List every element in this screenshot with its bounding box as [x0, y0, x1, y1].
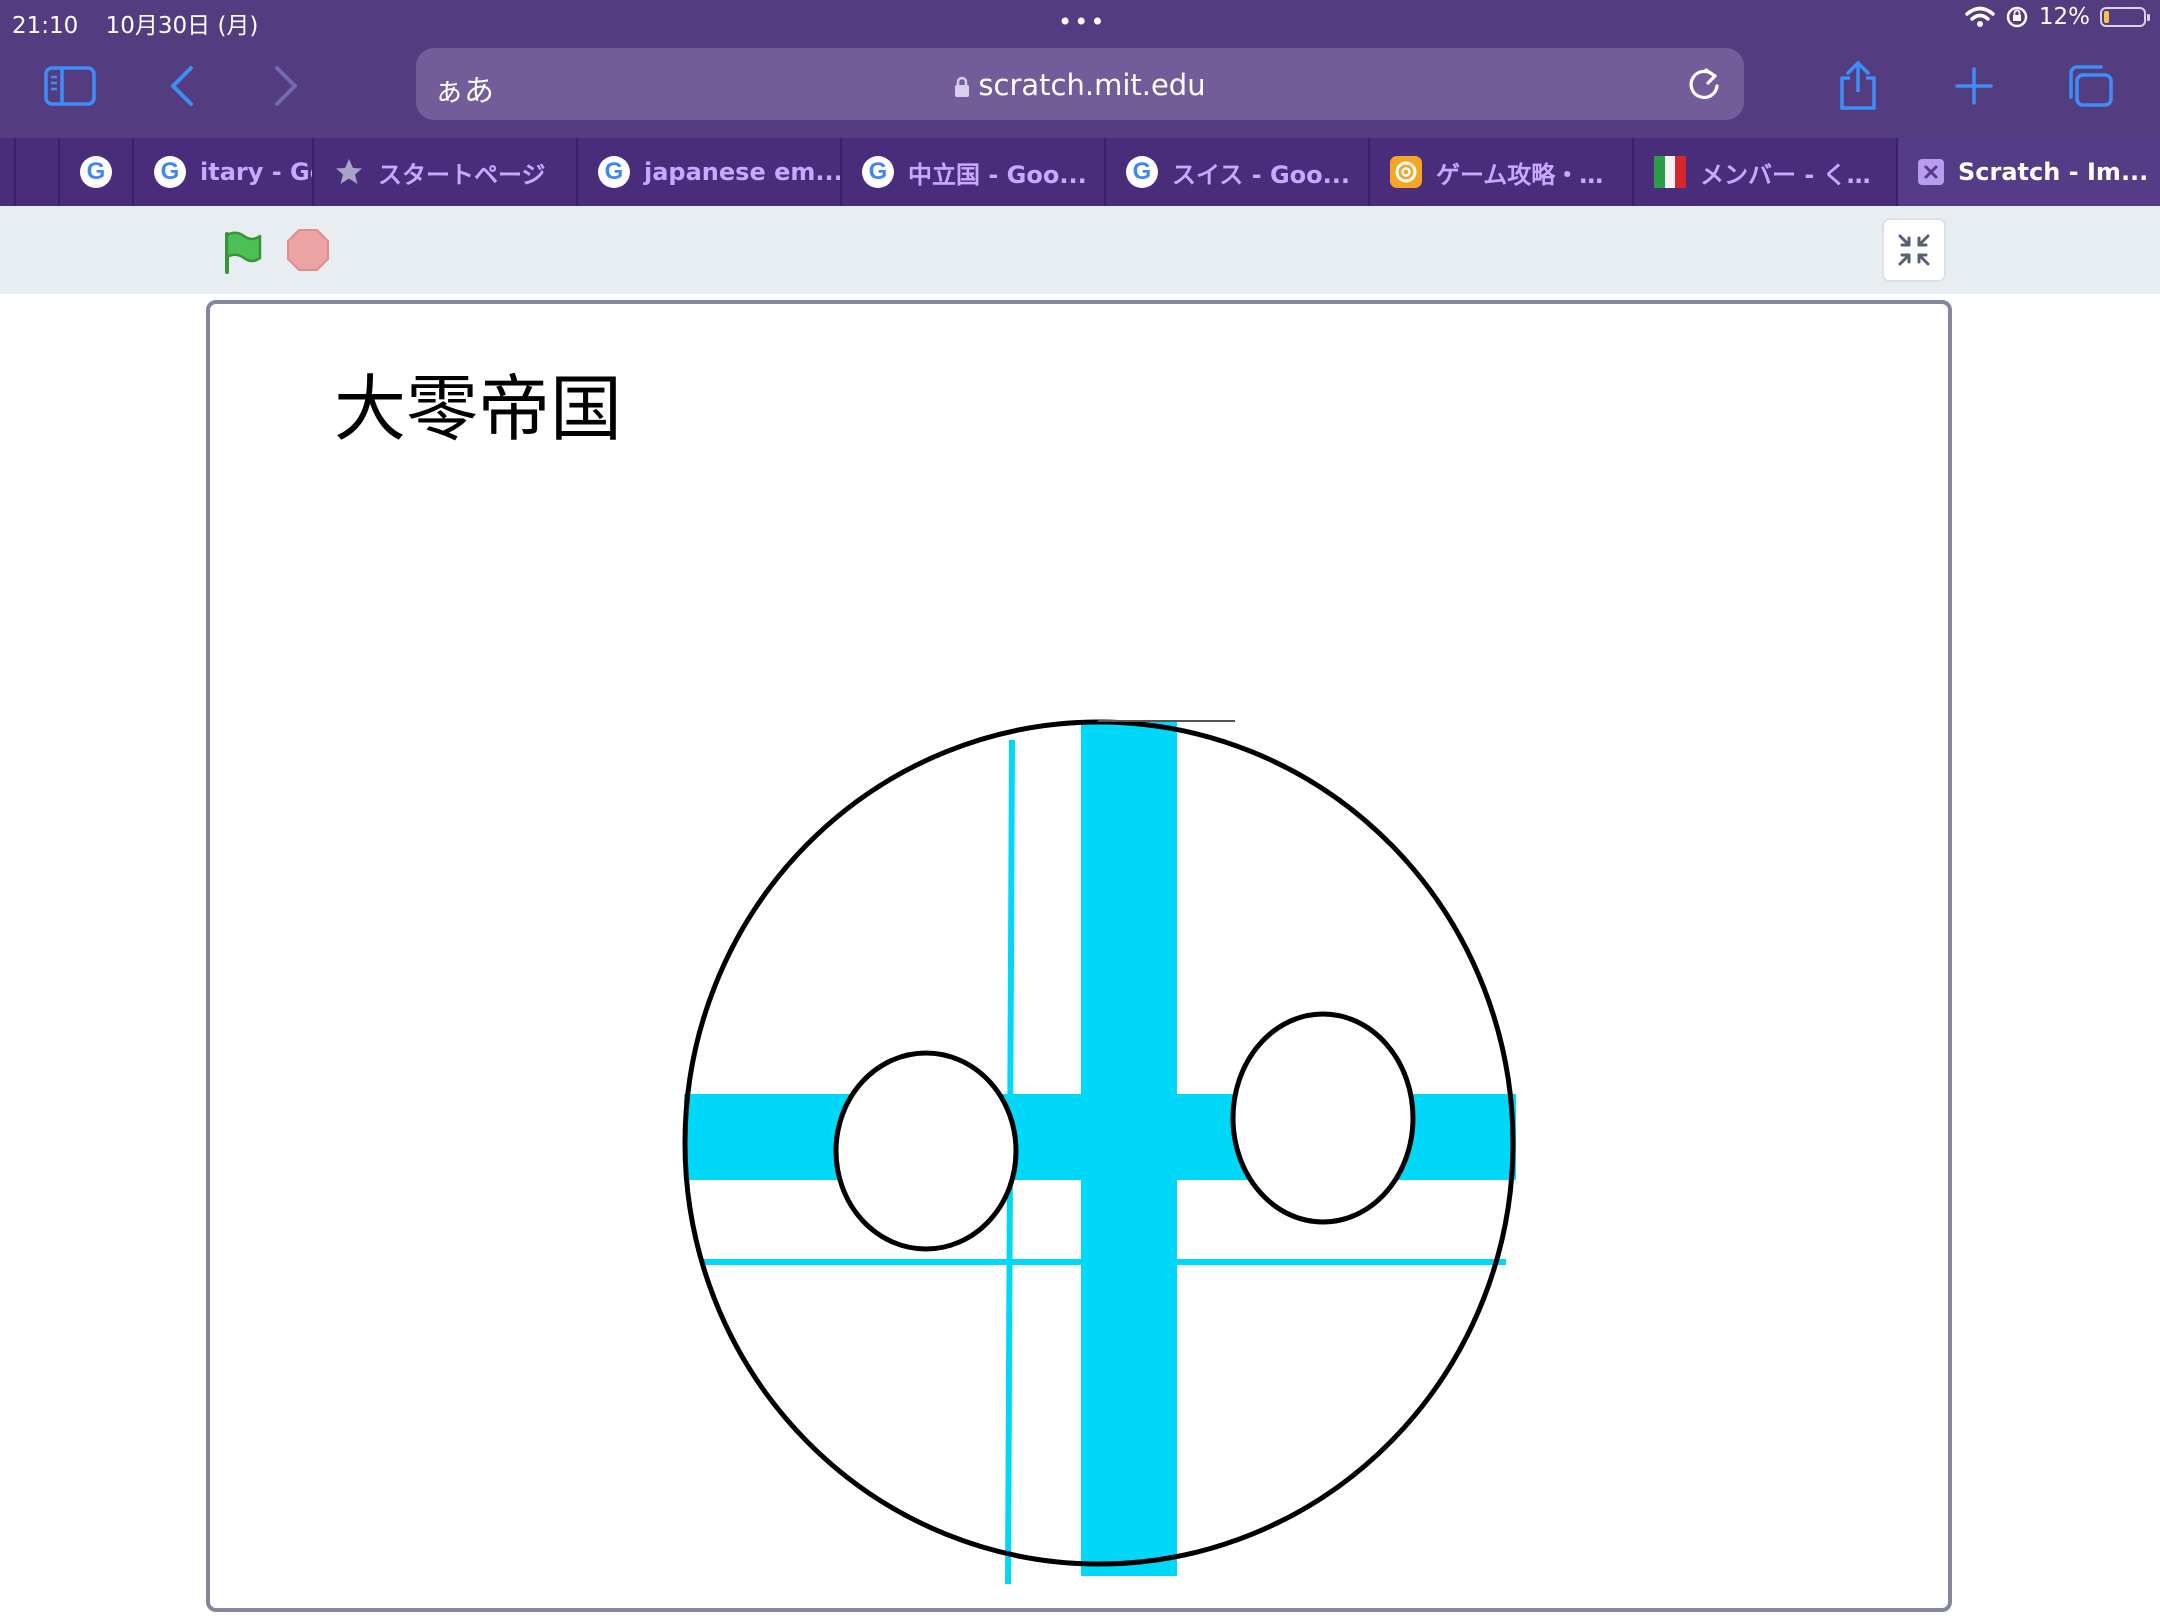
tab-item[interactable]: G itary - Gc [132, 138, 312, 206]
emblem-drawing [682, 719, 1516, 1585]
reload-icon[interactable] [1684, 64, 1724, 104]
tab-item-active[interactable]: Scratch - Im... [1896, 138, 2160, 206]
emblem-vertical-bar [1081, 722, 1177, 1576]
address-bar[interactable]: ぁあ scratch.mit.edu [416, 48, 1744, 120]
tab-item[interactable] [14, 138, 58, 206]
tab-bar: G G itary - Gc スタートページ G japanese em... … [0, 138, 2160, 206]
multitasking-dots[interactable]: ••• [1058, 8, 1106, 36]
shrink-screen-button[interactable] [1882, 218, 1946, 282]
emblem-right-eye [1230, 1011, 1416, 1225]
tab-label: ゲーム攻略・… [1436, 160, 1604, 189]
status-bar: 21:10 10月30日 (月) ••• 12% [0, 0, 2160, 40]
tab-item[interactable]: メンバー - く… [1632, 138, 1896, 206]
status-date: 10月30日 (月) [105, 13, 259, 39]
tab-label: スイス - Goo... [1172, 160, 1350, 189]
stop-icon[interactable] [286, 228, 330, 272]
star-icon [336, 159, 362, 184]
tabs-overview-icon[interactable] [2060, 56, 2120, 116]
tab-label: メンバー - く… [1700, 160, 1871, 189]
scratch-player-controls [0, 206, 2160, 294]
url-text: scratch.mit.edu [978, 68, 1206, 102]
shrink-screen-icon [1898, 234, 1930, 266]
tab-item[interactable]: スタートページ [312, 138, 576, 206]
share-icon[interactable] [1828, 56, 1888, 116]
battery-icon [2100, 7, 2150, 27]
tab-label: itary - Gc [200, 158, 312, 186]
browser-chrome: 21:10 10月30日 (月) ••• 12% ぁあ scratch.mit.… [0, 0, 2160, 138]
google-icon: G [862, 156, 894, 188]
italy-flag-icon [1654, 156, 1686, 188]
tab-label: Scratch - Im... [1958, 158, 2149, 186]
tab-item[interactable]: G スイス - Goo... [1104, 138, 1368, 206]
lock-icon [955, 76, 970, 97]
scratch-stage[interactable]: 大零帝国 [206, 300, 1952, 1612]
tab-label: japanese em... [644, 158, 840, 186]
tab-item[interactable]: ゲーム攻略・… [1368, 138, 1632, 206]
battery-percent: 12% [2038, 4, 2090, 30]
emblem-left-eye [833, 1050, 1019, 1252]
tab-label: 中立国 - Goo... [908, 160, 1087, 189]
sidebar-icon[interactable] [40, 56, 100, 116]
tab-item[interactable]: G [58, 138, 132, 206]
google-icon: G [598, 156, 630, 188]
battery-level [2104, 11, 2109, 23]
back-icon[interactable] [152, 56, 212, 116]
google-icon: G [1126, 156, 1158, 188]
new-tab-icon[interactable] [1944, 56, 2004, 116]
orientation-lock-icon [2006, 6, 2028, 28]
at-sign-icon [1390, 156, 1422, 188]
tab-item[interactable]: G 中立国 - Goo... [840, 138, 1104, 206]
google-icon: G [154, 156, 186, 188]
tab-item[interactable]: G japanese em... [576, 138, 840, 206]
wifi-icon [1965, 6, 1995, 27]
status-time: 21:10 [12, 13, 79, 39]
scratch-icon [1918, 159, 1944, 185]
forward-icon[interactable] [256, 56, 316, 116]
google-icon: G [80, 156, 112, 188]
green-flag-icon[interactable] [222, 230, 264, 274]
tab-label: スタートページ [378, 160, 546, 189]
